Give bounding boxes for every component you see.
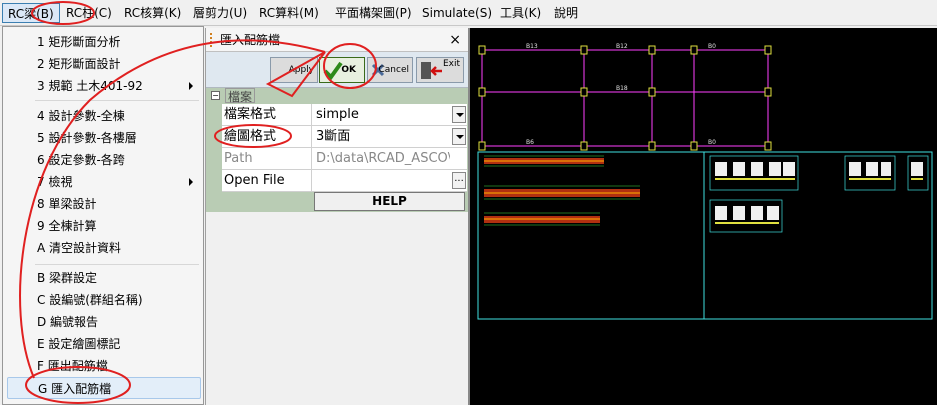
menu-item-set-numbering[interactable]: C 設編號(群組名稱) xyxy=(7,289,201,311)
row-open-file[interactable]: Open File ... xyxy=(222,170,467,192)
menu-rc-beam[interactable]: RC梁(B) xyxy=(2,3,60,23)
menu-item-label: 9 全棟計算 xyxy=(37,219,97,233)
menu-item-view[interactable]: 7 檢視 xyxy=(7,171,201,193)
close-icon[interactable]: × xyxy=(449,28,461,52)
row-path: Path D:\data\RCAD_ASCO\s xyxy=(222,148,467,170)
apply-button[interactable]: Apply xyxy=(270,57,318,83)
browse-button[interactable]: ... xyxy=(452,172,466,189)
drawing-format-value[interactable]: 3斷面 xyxy=(316,126,450,148)
menu-separator xyxy=(35,100,199,101)
chevron-down-icon[interactable] xyxy=(452,106,466,123)
chevron-down-icon[interactable] xyxy=(452,128,466,145)
open-file-label: Open File xyxy=(224,170,312,192)
file-format-label: 檔案格式 xyxy=(224,104,312,126)
menu-item-label: 5 設計參數-各樓層 xyxy=(37,131,137,145)
menu-rc-column[interactable]: RC柱(C) xyxy=(61,3,117,23)
row-file-format[interactable]: 檔案格式 simple xyxy=(222,104,467,126)
menu-item-full-calc[interactable]: 9 全棟計算 xyxy=(7,215,201,237)
import-rebar-panel: 匯入配筋檔 × Apply OK Cancel Exit − 檔案 檔案格式 s… xyxy=(205,28,469,405)
submenu-arrow-icon xyxy=(189,82,193,90)
menu-item-label: B 梁群設定 xyxy=(37,271,98,285)
beam-label: B13 xyxy=(526,43,538,50)
menu-item-label: G 匯入配筋檔 xyxy=(38,382,112,396)
menu-item-export-rebar[interactable]: F 匯出配筋檔 xyxy=(7,355,201,377)
menubar: RC梁(B) RC柱(C) RC核算(K) 層剪力(U) RC算料(M) 平面構… xyxy=(0,0,937,26)
exit-arrow-icon xyxy=(421,62,442,79)
menu-item-clear-data[interactable]: A 清空設計資料 xyxy=(7,237,201,259)
file-format-value[interactable]: simple xyxy=(316,104,450,126)
property-grid: − 檔案 檔案格式 simple 繪圖格式 3斷面 Path D:\data\R… xyxy=(206,88,469,212)
menu-item-drawing-marks[interactable]: E 設定繪圖標記 xyxy=(7,333,201,355)
menu-item-label: 7 檢視 xyxy=(37,175,73,189)
menu-item-params-span[interactable]: 6 設定參數-各跨 xyxy=(7,149,201,171)
help-button[interactable]: HELP xyxy=(314,192,465,211)
drag-grip-icon[interactable] xyxy=(210,33,213,47)
cad-drawing: B13 B12 B0 B18 B6 B0 xyxy=(477,43,933,320)
menu-plane-frame[interactable]: 平面構架圖(P) xyxy=(330,3,417,23)
menu-rc-check[interactable]: RC核算(K) xyxy=(119,3,186,23)
panel-title: 匯入配筋檔 xyxy=(220,33,281,47)
beam-label: B0 xyxy=(708,43,716,50)
menu-rc-quantity[interactable]: RC算料(M) xyxy=(254,3,324,23)
menu-item-single-beam[interactable]: 8 單梁設計 xyxy=(7,193,201,215)
drawing-format-label: 繪圖格式 xyxy=(224,126,312,148)
collapse-icon[interactable]: − xyxy=(211,91,220,100)
menu-item-label: 2 矩形斷面設計 xyxy=(37,57,121,71)
menu-tools[interactable]: 工具(K) xyxy=(495,3,546,23)
ok-button[interactable]: OK xyxy=(319,57,365,83)
rc-beam-dropdown: 1 矩形斷面分析 2 矩形斷面設計 3 規範 土木401-92 4 設計參數-全… xyxy=(2,26,204,405)
menu-simulate[interactable]: Simulate(S) xyxy=(417,3,497,23)
cancel-label: Cancel xyxy=(378,65,410,75)
submenu-arrow-icon xyxy=(189,178,193,186)
path-label: Path xyxy=(224,148,312,170)
row-drawing-format[interactable]: 繪圖格式 3斷面 xyxy=(222,126,467,148)
menu-item-import-rebar[interactable]: G 匯入配筋檔 xyxy=(7,377,201,399)
beam-label: B6 xyxy=(526,139,534,146)
checkmark-icon xyxy=(323,61,343,80)
apply-label: Apply xyxy=(288,65,314,75)
menu-item-label: F 匯出配筋檔 xyxy=(37,359,108,373)
category-file[interactable]: − 檔案 xyxy=(208,88,467,104)
beam-label: B0 xyxy=(708,139,716,146)
ok-label: OK xyxy=(341,65,356,75)
panel-title-bar: 匯入配筋檔 × xyxy=(206,28,469,52)
menu-item-params-floor[interactable]: 5 設計參數-各樓層 xyxy=(7,127,201,149)
menu-item-rect-section-design[interactable]: 2 矩形斷面設計 xyxy=(7,53,201,75)
beam-label: B18 xyxy=(616,85,628,92)
menu-item-label: 1 矩形斷面分析 xyxy=(37,35,121,49)
exit-button[interactable]: Exit xyxy=(416,57,464,83)
cancel-button[interactable]: Cancel xyxy=(367,57,413,83)
menu-item-label: 8 單梁設計 xyxy=(37,197,97,211)
menu-item-label: D 編號報告 xyxy=(37,315,99,329)
cad-viewport[interactable]: B13 B12 B0 B18 B6 B0 xyxy=(468,28,937,405)
menu-item-label: E 設定繪圖標記 xyxy=(37,337,121,351)
menu-item-label: A 清空設計資料 xyxy=(37,241,122,255)
category-label: 檔案 xyxy=(225,88,256,104)
menu-item-label: 6 設定參數-各跨 xyxy=(37,153,125,167)
menu-item-code[interactable]: 3 規範 土木401-92 xyxy=(7,75,201,97)
menu-item-label: 3 規範 土木401-92 xyxy=(37,79,143,93)
menu-item-label: 4 設計參數-全棟 xyxy=(37,109,125,123)
menu-item-numbering-report[interactable]: D 編號報告 xyxy=(7,311,201,333)
menu-separator xyxy=(35,264,199,265)
menu-item-params-building[interactable]: 4 設計參數-全棟 xyxy=(7,105,201,127)
path-value: D:\data\RCAD_ASCO\s xyxy=(316,151,450,166)
menu-story-shear[interactable]: 層剪力(U) xyxy=(188,3,252,23)
menu-help[interactable]: 說明 xyxy=(549,3,583,23)
exit-label: Exit xyxy=(442,59,460,69)
menu-item-beam-group[interactable]: B 梁群設定 xyxy=(7,267,201,289)
menu-item-rect-section-analysis[interactable]: 1 矩形斷面分析 xyxy=(7,31,201,53)
panel-toolbar: Apply OK Cancel Exit xyxy=(206,52,469,88)
menu-item-label: C 設編號(群組名稱) xyxy=(37,293,143,307)
beam-label: B12 xyxy=(616,43,628,50)
